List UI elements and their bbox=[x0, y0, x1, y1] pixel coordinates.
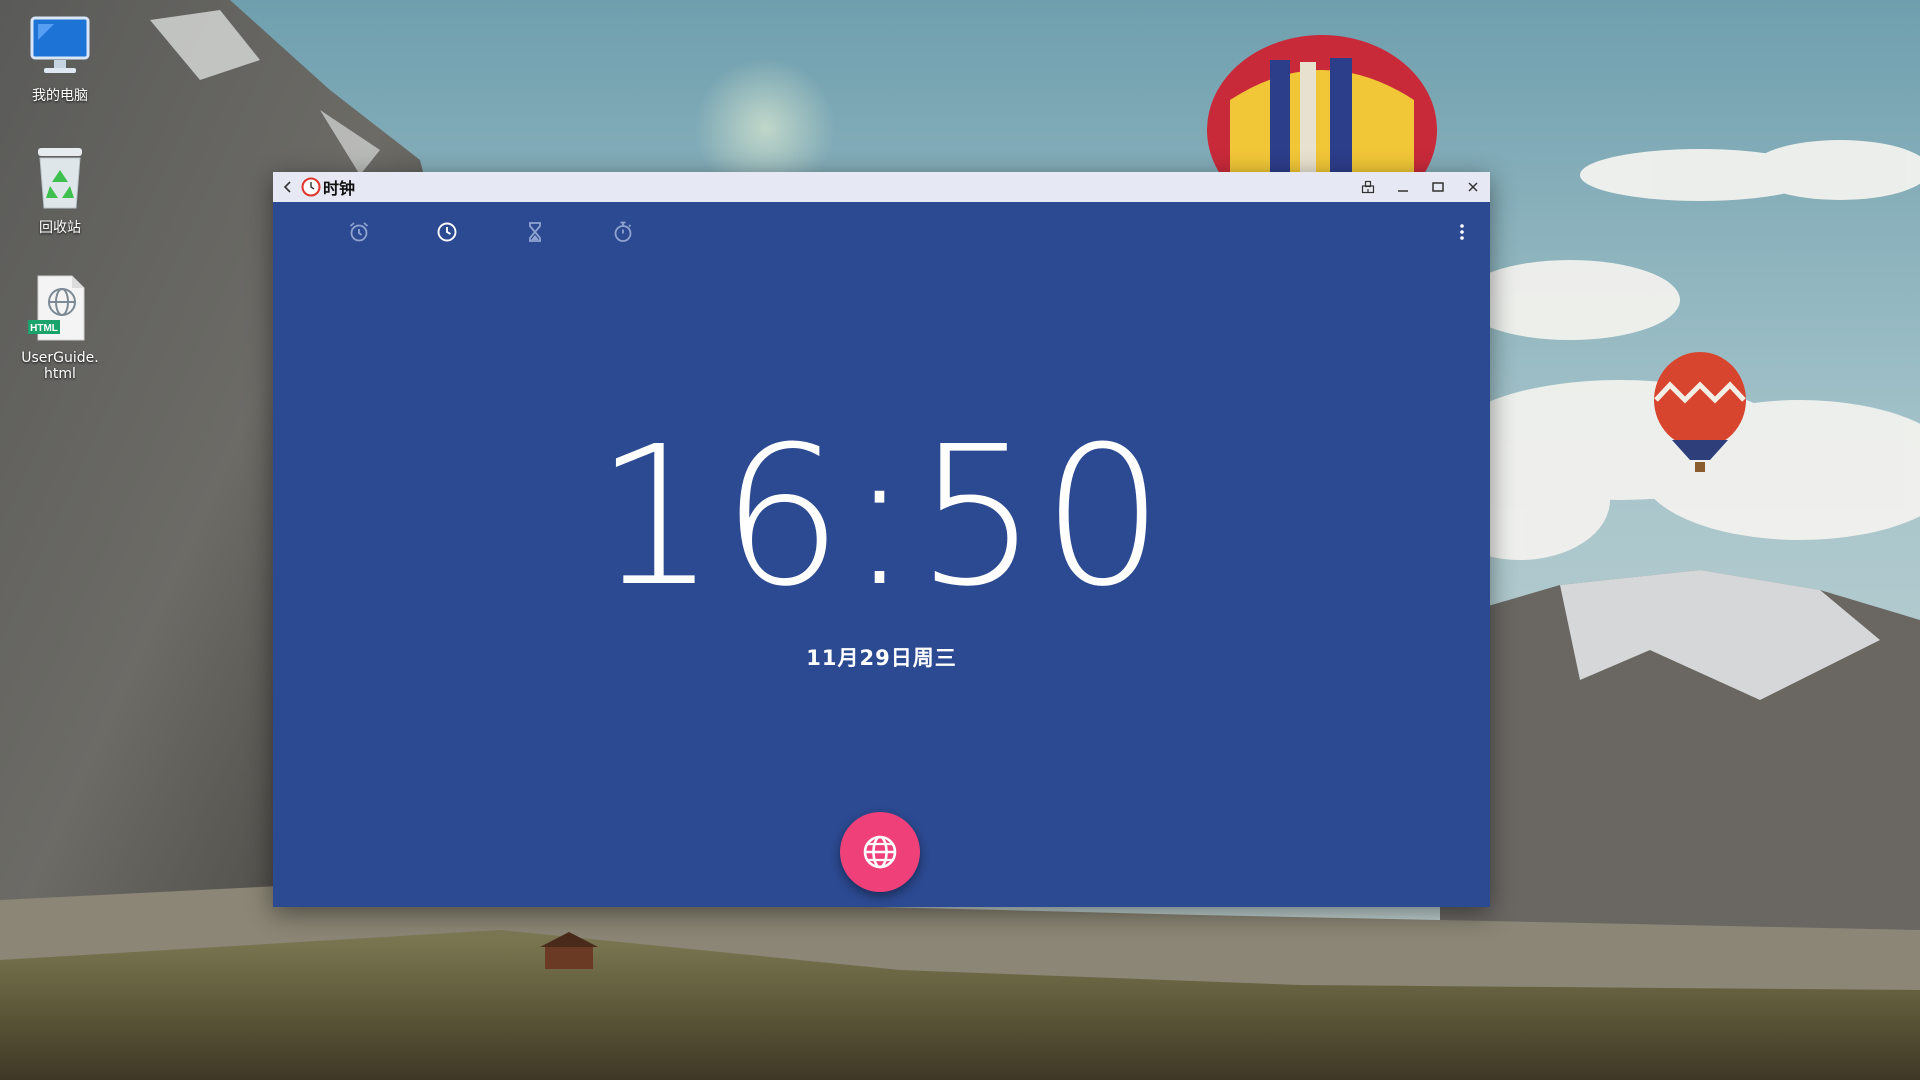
desktop-icon-label: 我的电脑 bbox=[32, 88, 88, 104]
digital-clock-time: 16:50 bbox=[594, 406, 1169, 629]
overflow-menu-button[interactable] bbox=[1450, 216, 1474, 248]
clock-app-icon bbox=[301, 177, 321, 197]
window-title: 时钟 bbox=[323, 179, 356, 198]
desktop-icon-my-computer[interactable]: 我的电脑 bbox=[12, 10, 108, 104]
tab-alarm[interactable] bbox=[315, 216, 403, 248]
chevron-left-icon bbox=[283, 181, 291, 193]
alarm-icon bbox=[349, 222, 369, 242]
html-badge: HTML bbox=[30, 323, 58, 334]
desktop-icon-userguide-html[interactable]: HTML UserGuide.html bbox=[12, 272, 108, 382]
hourglass-icon bbox=[529, 222, 541, 242]
tab-stopwatch[interactable] bbox=[579, 216, 667, 248]
tab-timer[interactable] bbox=[491, 216, 579, 248]
close-icon bbox=[1467, 182, 1478, 192]
minimize-icon bbox=[1397, 190, 1408, 192]
window-controls bbox=[1350, 172, 1490, 202]
desktop-icon-label: 回收站 bbox=[39, 220, 81, 236]
maximize-button[interactable] bbox=[1420, 172, 1455, 202]
more-vertical-icon bbox=[1460, 224, 1464, 240]
clock-date: 11月29日周三 bbox=[806, 646, 957, 670]
clock-content: 16:50 11月29日周三 bbox=[273, 202, 1490, 907]
tab-clock[interactable] bbox=[403, 216, 491, 248]
clock-icon bbox=[437, 222, 457, 242]
world-clock-fab[interactable] bbox=[840, 812, 920, 892]
window-titlebar[interactable]: 时钟 bbox=[273, 172, 1490, 202]
minimize-button[interactable] bbox=[1385, 172, 1420, 202]
desktop-icon-recycle-bin[interactable]: 回收站 bbox=[12, 142, 108, 236]
clock-window: 时钟 16:50 11月29日周三 bbox=[273, 172, 1490, 907]
recycle-bin-icon bbox=[38, 148, 82, 209]
html-file-icon: HTML bbox=[28, 275, 85, 341]
stopwatch-icon bbox=[614, 221, 632, 242]
clock-tab-bar bbox=[315, 216, 667, 248]
back-button[interactable] bbox=[275, 172, 301, 202]
desktop-icon-label: UserGuide.html bbox=[21, 350, 99, 382]
pin-button[interactable] bbox=[1350, 172, 1385, 202]
pin-icon bbox=[1361, 180, 1374, 194]
maximize-icon bbox=[1431, 182, 1444, 192]
computer-icon bbox=[30, 16, 90, 73]
globe-icon bbox=[863, 835, 897, 869]
close-button[interactable] bbox=[1455, 172, 1490, 202]
